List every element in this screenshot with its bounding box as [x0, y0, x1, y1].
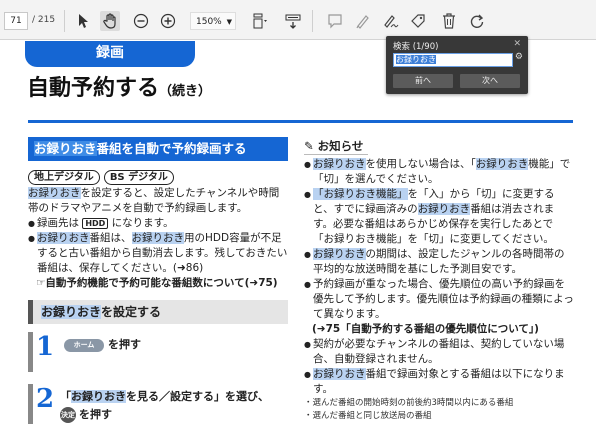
cross-reference[interactable]: (➜75「自動予約する番組の優先順位について」) [304, 322, 574, 337]
broadcast-badges: 地上デジタル BS デジタル [28, 165, 288, 185]
document-page: 録画 自動予約する（続き） お録りおき番組を自動で予約録画する 地上デジタル BS… [0, 41, 596, 441]
page-number-input[interactable]: 71 [4, 12, 28, 30]
zoom-select[interactable]: 150% ▼ [190, 12, 236, 30]
list-item: 録画先は HDD になります。 [28, 216, 288, 231]
home-button-icon: ホーム [64, 338, 104, 352]
step-text: 「お録りおきを見る／設定する」を選び、決定 を押す [60, 388, 290, 424]
subsection-heading: お録りおきを設定する [28, 300, 288, 324]
fit-page-icon[interactable] [249, 11, 269, 31]
list-item-text: 契約が必要なチャンネルの番組は、契約していない場合、自動登録されません。 [313, 338, 565, 365]
list-item-text: 予約録画が重なった場合、優先順位の高い予約録画を優先して予約します。優先順位は予… [313, 278, 574, 320]
delete-icon[interactable] [439, 11, 459, 31]
step-text-content: 「 [60, 390, 71, 403]
list-item: 予約録画が重なった場合、優先順位の高い予約録画を優先して予約します。優先順位は予… [304, 277, 574, 322]
find-prev-button[interactable]: 前へ [393, 74, 453, 88]
edit-icon[interactable] [409, 11, 429, 31]
right-column: ✎ お知らせ お録りおきを使用しない場合は、「お録りおき機能」で「切」を選んでく… [304, 137, 574, 423]
search-hit: お録りおき [28, 187, 81, 199]
list-item: 契約が必要なチャンネルの番組は、契約していない場合、自動登録されません。 [304, 337, 574, 367]
list-item: お録りおき番組で録画対象とする番組は以下になります。 [304, 367, 574, 397]
zoom-value: 150% [196, 17, 222, 27]
search-hit: お録りおき [313, 368, 366, 380]
search-hit: お録りおき [131, 232, 184, 244]
title-rule [28, 120, 573, 123]
category-tab: 録画 [25, 41, 195, 67]
highlight-icon[interactable] [353, 11, 373, 31]
badge-bs: BS デジタル [103, 170, 174, 185]
hand-icon[interactable] [100, 11, 120, 31]
pdf-viewer: 71 / 215 150% ▼ 録画 自動予約する（続き） お録りおき番組を自動… [0, 0, 596, 441]
intro-text: お録りおきを設定すると、設定したチャンネルや時間帯のドラマやアニメを自動で予約録… [28, 186, 288, 216]
list-item-text: になります。 [111, 217, 174, 229]
chevron-down-icon: ▼ [226, 18, 232, 26]
comment-icon[interactable] [325, 11, 345, 31]
list-item: お録りおきを使用しない場合は、「お録りおき機能」で「切」を選んでください。 [304, 157, 574, 187]
find-query: お録りおき [396, 55, 436, 64]
list-item-text: を使用しない場合は、「 [365, 158, 476, 170]
list-item-text: 録画先は [37, 217, 79, 229]
page-title: 自動予約する（続き） [27, 70, 211, 102]
notice-heading: ✎ お知らせ [304, 137, 368, 155]
zoom-out-icon[interactable] [131, 11, 151, 31]
redo-icon[interactable] [467, 11, 487, 31]
step-text: ホーム を押す [60, 336, 290, 354]
search-hit: お録りおき [313, 158, 366, 170]
search-hit: お録りおき [417, 203, 471, 215]
search-hit: お録りおき [313, 248, 366, 260]
find-panel: 検索 (1/90) ✕ お録りおき ⚙ 前へ 次へ [386, 36, 528, 94]
search-hit: お録りおき [475, 158, 529, 170]
step-number: 2 [36, 384, 55, 414]
sub-list-item: ・選んだ番組の開始時刻の前後約3時間以内にある番組 [304, 398, 514, 408]
subsection-heading-text: を設定する [101, 305, 162, 319]
search-hit: お録りおき [71, 390, 126, 403]
step-text-content: を押す [108, 338, 141, 351]
page-title-main: 自動予約する [27, 76, 160, 101]
list-item-text: 番組は、 [89, 232, 132, 244]
search-hit: お録りおき [34, 141, 97, 156]
toolbar: 71 / 215 150% ▼ [0, 0, 596, 40]
page-title-sub: （続き） [159, 84, 212, 99]
step-text-content: を押す [79, 408, 112, 421]
find-input[interactable]: お録りおき [393, 53, 513, 67]
ok-button-icon: 決定 [60, 407, 76, 423]
list-item: お録りおき番組は、お録りおき用のHDD容量が不足すると古い番組から自動消去します… [28, 231, 288, 276]
zoom-in-icon[interactable] [158, 11, 178, 31]
search-hit: 「お録りおき機能」 [313, 188, 408, 200]
scroll-mode-icon[interactable] [283, 11, 303, 31]
gear-icon[interactable]: ⚙ [515, 52, 523, 62]
close-icon[interactable]: ✕ [513, 39, 521, 49]
hdd-badge: HDD [82, 218, 109, 229]
page-total: / 215 [32, 15, 56, 25]
step-2: 2 「お録りおきを見る／設定する」を選び、決定 を押す [28, 384, 288, 428]
search-hit: お録りおき [41, 305, 102, 319]
cross-reference[interactable]: ☞自動予約機能で予約可能な番組数について(➜75) [28, 276, 288, 291]
step-1: 1 ホーム を押す [28, 332, 288, 376]
toolbar-divider [312, 10, 313, 32]
section-heading-text: 番組を自動で予約録画する [96, 141, 247, 156]
search-hit: お録りおき [37, 232, 90, 244]
find-next-button[interactable]: 次へ [460, 74, 520, 88]
step-text-content: を見る／設定する」を選び、 [126, 390, 269, 403]
step-bar [28, 384, 33, 424]
section-heading: お録りおき番組を自動で予約録画する [28, 137, 288, 161]
pointer-icon[interactable] [74, 11, 94, 31]
sub-list-item: ・選んだ番組と同じ放送局の番組 [304, 411, 432, 421]
notice-heading-text: お知らせ [317, 139, 364, 153]
badge-terrestrial: 地上デジタル [28, 170, 100, 185]
left-column: お録りおき番組を自動で予約録画する 地上デジタル BS デジタル お録りおきを設定… [28, 137, 288, 428]
toolbar-divider [64, 10, 65, 32]
find-count: 検索 (1/90) [393, 42, 439, 52]
list-item: 「お録りおき機能」を「入」から「切」に変更すると、すでに録画済みのお録りおき番組… [304, 187, 574, 247]
step-number: 1 [36, 332, 55, 362]
list-item: お録りおきの期間は、設定したジャンルの各時間帯の平均的な放送時間を基にした予測目… [304, 247, 574, 277]
step-bar [28, 332, 33, 372]
sign-icon[interactable] [381, 11, 401, 31]
